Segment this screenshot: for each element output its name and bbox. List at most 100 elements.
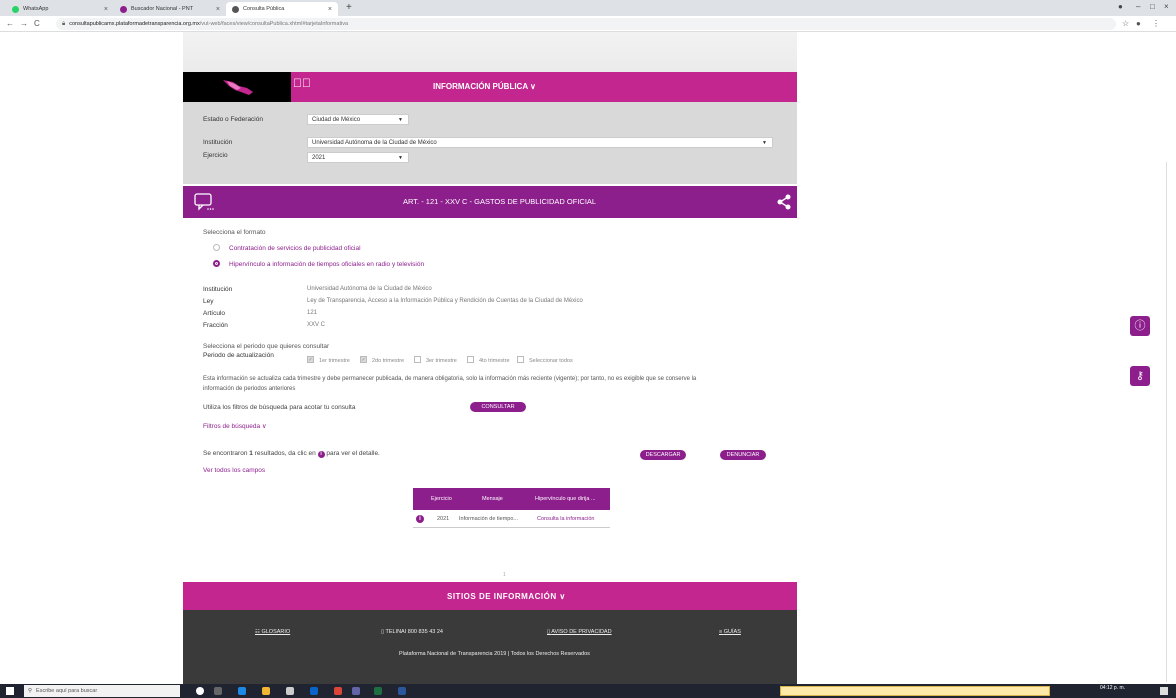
- lock-icon: 🔒︎: [62, 20, 66, 27]
- results-summary: Se encontraron 1 resultados, da clic en …: [203, 450, 380, 458]
- new-tab-button[interactable]: +: [346, 2, 352, 13]
- ejercicio-select[interactable]: 2021 ▼: [307, 152, 409, 163]
- pagination-page[interactable]: 1: [503, 572, 506, 578]
- informacion-publica-menu[interactable]: INFORMACIÓN PÚBLICA ∨: [433, 82, 536, 91]
- task-view-icon[interactable]: [214, 687, 222, 695]
- close-icon[interactable]: ×: [104, 6, 108, 13]
- page-scrollbar[interactable]: [1166, 162, 1167, 682]
- header-hipervinculo[interactable]: Hipervínculo que dirija ...: [535, 496, 596, 502]
- estado-select[interactable]: Ciudad de México ▼: [307, 114, 409, 125]
- star-icon[interactable]: ☆: [1122, 19, 1129, 28]
- guias-link[interactable]: ≡ GUÍAS: [719, 629, 741, 635]
- institucion-label: Institución: [203, 139, 233, 146]
- file-explorer-icon[interactable]: [262, 687, 270, 695]
- detail-articulo-label: Artículo: [203, 310, 226, 317]
- taskbar-notification[interactable]: [780, 686, 1050, 696]
- sitios-info-bar[interactable]: SITIOS DE INFORMACIÓN ∨: [183, 582, 797, 610]
- detail-institucion-label: Institución: [203, 286, 233, 293]
- store-icon[interactable]: [286, 687, 294, 695]
- detail-fraccion-label: Fracción: [203, 322, 228, 329]
- url-host: consultapublicamx.plataformadetransparen…: [69, 21, 200, 27]
- account-icon[interactable]: ●: [1136, 19, 1141, 28]
- url-path: /vut-web/faces/view/consultaPublica.xhtm…: [199, 21, 349, 27]
- reload-icon[interactable]: C: [34, 19, 40, 28]
- whatsapp-icon: [12, 5, 19, 13]
- tab-consulta-publica[interactable]: Consulta Pública ×: [226, 2, 338, 16]
- url-input[interactable]: 🔒︎ consultapublicamx.plataformadetranspa…: [56, 18, 1116, 30]
- format-option-1-label[interactable]: Contratación de servicios de publicidad …: [229, 245, 361, 252]
- search-filters-toggle[interactable]: Filtros de búsqueda ∨: [203, 422, 267, 430]
- results-suffix: resultados, da clic en: [254, 450, 316, 457]
- filters-panel: Estado o Federación Ciudad de México ▼ I…: [183, 102, 797, 184]
- format-prompt: Selecciona el formato: [203, 229, 266, 236]
- q4-checkbox[interactable]: [467, 356, 474, 363]
- notice-line-2: información de periodos anteriores: [203, 386, 296, 392]
- format-radio-1[interactable]: [213, 244, 220, 251]
- close-icon[interactable]: ×: [216, 6, 220, 13]
- alert-icon[interactable]: ⓘ: [1130, 316, 1150, 336]
- windows-taskbar: ⚲ Escribe aquí para buscar 04:12 p. m.: [0, 684, 1176, 698]
- select-all-checkbox[interactable]: [517, 356, 524, 363]
- glosario-label: GLOSARIO: [261, 629, 291, 635]
- consultar-button[interactable]: CONSULTAR: [470, 402, 526, 412]
- ver-todos-link[interactable]: Ver todos los campos: [203, 467, 265, 474]
- results-suffix2: para ver el detalle.: [326, 450, 380, 457]
- table-row: i 2021 Información de tiempo... Consulta…: [413, 510, 610, 528]
- menu-icon[interactable]: ⋮: [1152, 19, 1160, 28]
- caret-down-icon: ▼: [398, 116, 403, 123]
- q1-checkbox[interactable]: ✓: [307, 356, 314, 363]
- word-icon[interactable]: [398, 687, 406, 695]
- denunciar-button[interactable]: DENUNCIAR: [720, 450, 766, 460]
- tab-label: Buscador Nacional - PNT: [131, 6, 194, 12]
- cortana-icon[interactable]: [196, 687, 204, 695]
- minimize-button[interactable]: –: [1136, 2, 1140, 11]
- excel-icon[interactable]: [374, 687, 382, 695]
- header-mensaje[interactable]: Mensaje: [482, 496, 503, 502]
- taskbar-search-input[interactable]: ⚲ Escribe aquí para buscar: [24, 685, 180, 697]
- mexico-map-logo-icon: [223, 80, 253, 95]
- share-icon[interactable]: [777, 194, 791, 210]
- tab-whatsapp[interactable]: WhatsApp ×: [6, 2, 114, 16]
- windows-start-icon[interactable]: [6, 687, 14, 695]
- search-hint: Utiliza los filtros de búsqueda para aco…: [203, 404, 356, 411]
- taskbar-clock[interactable]: 04:12 p. m.: [1100, 685, 1125, 691]
- edge-icon[interactable]: [238, 687, 246, 695]
- login-icon[interactable]: ⇥⃞: [293, 76, 311, 90]
- institucion-select[interactable]: Universidad Autónoma de la Ciudad de Méx…: [307, 137, 773, 148]
- header-ejercicio[interactable]: Ejercicio: [431, 496, 452, 502]
- search-placeholder: Escribe aquí para buscar: [36, 688, 98, 694]
- back-icon[interactable]: ←: [6, 19, 14, 28]
- chrome-icon[interactable]: [334, 687, 342, 695]
- format-radio-2[interactable]: [213, 260, 220, 267]
- tab-buscador[interactable]: Buscador Nacional - PNT ×: [114, 2, 226, 16]
- glosario-link[interactable]: ☷ GLOSARIO: [255, 629, 290, 635]
- telinai-text: ▯ TELINAI 800 835 43 24: [381, 629, 443, 635]
- notification-center-icon[interactable]: [1160, 687, 1168, 695]
- ejercicio-value: 2021: [312, 154, 326, 161]
- pnt-logo[interactable]: [183, 72, 291, 102]
- format-option-2-label[interactable]: Hipervínculo a información de tiempos of…: [229, 261, 424, 268]
- pnt-icon: [120, 5, 127, 13]
- window-close-button[interactable]: ×: [1164, 2, 1169, 11]
- cell-hipervinculo-link[interactable]: Consulta la información: [537, 516, 594, 522]
- detail-ley-label: Ley: [203, 298, 214, 305]
- profile-icon[interactable]: ●: [1118, 2, 1123, 11]
- info-icon[interactable]: i: [416, 515, 424, 523]
- forward-icon[interactable]: →: [20, 19, 28, 28]
- guias-label: GUÍAS: [723, 629, 741, 635]
- q2-checkbox[interactable]: ✓: [360, 356, 367, 363]
- results-prefix: Se encontraron: [203, 450, 248, 457]
- ejercicio-label: Ejercicio: [203, 152, 228, 159]
- mail-icon[interactable]: [310, 687, 318, 695]
- close-icon[interactable]: ×: [328, 6, 332, 13]
- descargar-button[interactable]: DESCARGAR: [640, 450, 686, 460]
- q3-checkbox[interactable]: [414, 356, 421, 363]
- maximize-button[interactable]: □: [1150, 2, 1155, 11]
- key-icon[interactable]: ⚷: [1130, 366, 1150, 386]
- chat-icon: [194, 193, 214, 211]
- aviso-link[interactable]: ▯ AVISO DE PRIVACIDAD: [547, 629, 612, 635]
- browser-tab-bar: WhatsApp × Buscador Nacional - PNT × Con…: [0, 0, 1176, 16]
- teams-icon[interactable]: [352, 687, 360, 695]
- detail-articulo-value: 121: [307, 310, 318, 316]
- period-label: Periodo de actualización: [203, 352, 274, 359]
